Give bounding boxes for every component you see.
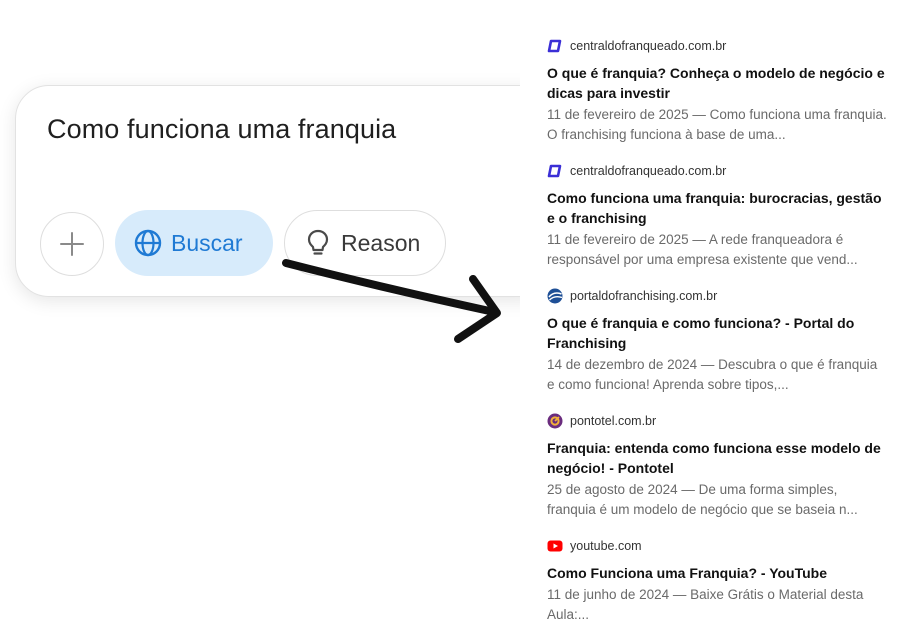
search-toggle-button[interactable]: Buscar	[115, 210, 273, 276]
search-results-panel: centraldofranqueado.com.br O que é franq…	[520, 0, 900, 632]
result-source: centraldofranqueado.com.br	[547, 163, 887, 179]
result-domain: youtube.com	[570, 539, 642, 553]
search-toggle-label: Buscar	[171, 229, 243, 256]
result-title[interactable]: O que é franquia? Conheça o modelo de ne…	[547, 63, 887, 103]
add-attachment-button[interactable]	[40, 212, 104, 276]
query-text[interactable]: Como funciona uma franquia	[47, 114, 396, 145]
result-title[interactable]: Franquia: entenda como funciona esse mod…	[547, 438, 887, 478]
result-title[interactable]: Como funciona uma franquia: burocracias,…	[547, 188, 887, 228]
result-snippet: 11 de fevereiro de 2025 — A rede franque…	[547, 232, 858, 267]
reason-toggle-button[interactable]: Reason	[284, 210, 446, 276]
result-domain: centraldofranqueado.com.br	[570, 164, 727, 178]
result-snippet: 11 de junho de 2024 — Baixe Grátis o Mat…	[547, 587, 864, 622]
result-title[interactable]: O que é franquia e como funciona? - Port…	[547, 313, 887, 353]
result-source: youtube.com	[547, 538, 887, 554]
result-domain: pontotel.com.br	[570, 414, 657, 428]
lightbulb-icon	[303, 228, 333, 258]
reason-toggle-label: Reason	[341, 229, 421, 256]
result-title[interactable]: Como Funciona uma Franquia? - YouTube	[547, 563, 887, 583]
result-item[interactable]: pontotel.com.br Franquia: entenda como f…	[547, 413, 887, 519]
youtube-favicon-icon	[547, 538, 563, 554]
centraldofranqueado-favicon-icon	[547, 38, 563, 54]
result-snippet: 25 de agosto de 2024 — De uma forma simp…	[547, 482, 858, 517]
portaldofranchising-favicon-icon	[547, 288, 563, 304]
plus-icon	[60, 232, 84, 256]
result-domain: portaldofranchising.com.br	[570, 289, 718, 303]
pontotel-favicon-icon	[547, 413, 563, 429]
result-source: portaldofranchising.com.br	[547, 288, 887, 304]
centraldofranqueado-favicon-icon	[547, 163, 563, 179]
globe-icon	[133, 228, 163, 258]
result-item[interactable]: centraldofranqueado.com.br Como funciona…	[547, 163, 887, 269]
result-item[interactable]: portaldofranchising.com.br O que é franq…	[547, 288, 887, 394]
result-item[interactable]: centraldofranqueado.com.br O que é franq…	[547, 38, 887, 144]
result-snippet: 14 de dezembro de 2024 — Descubra o que …	[547, 357, 878, 392]
result-snippet: 11 de fevereiro de 2025 — Como funciona …	[547, 107, 887, 142]
result-item[interactable]: youtube.com Como Funciona uma Franquia? …	[547, 538, 887, 624]
result-domain: centraldofranqueado.com.br	[570, 39, 727, 53]
result-source: centraldofranqueado.com.br	[547, 38, 887, 54]
result-source: pontotel.com.br	[547, 413, 887, 429]
composer-card: Como funciona uma franquia Buscar Reason	[15, 85, 555, 297]
